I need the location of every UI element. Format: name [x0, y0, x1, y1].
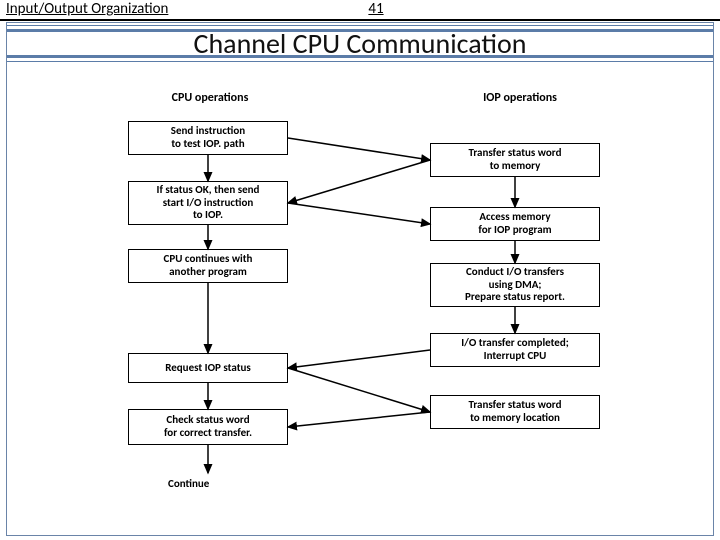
iop-box-1: Transfer status wordto memory — [430, 143, 600, 177]
header-page-number: 41 — [368, 0, 383, 18]
cpu-continue-label: Continue — [168, 477, 209, 490]
header-topic: Input/Output Organization — [6, 0, 168, 18]
cpu-box-2: If status OK, then sendstart I/O instruc… — [128, 181, 288, 225]
iop-box-3: Conduct I/O transfersusing DMA;Prepare s… — [430, 263, 600, 307]
col-header-iop: IOP operations — [440, 91, 600, 105]
cpu-box-3: CPU continues withanother program — [128, 249, 288, 283]
page-header: Input/Output Organization 41 — [0, 0, 720, 21]
iop-box-5: Transfer status wordto memory location — [430, 395, 600, 429]
cpu-box-4: Request IOP status — [128, 353, 288, 383]
arrows-layer — [0, 65, 720, 535]
iop-box-4: I/O transfer completed;Interrupt CPU — [430, 333, 600, 367]
cpu-box-1: Send instructionto test IOP. path — [128, 121, 288, 155]
diagram-canvas: CPU operations IOP operations Send instr… — [0, 65, 720, 535]
iop-box-2: Access memoryfor IOP program — [430, 207, 600, 241]
col-header-cpu: CPU operations — [140, 91, 280, 105]
cpu-box-5: Check status wordfor correct transfer. — [128, 409, 288, 445]
